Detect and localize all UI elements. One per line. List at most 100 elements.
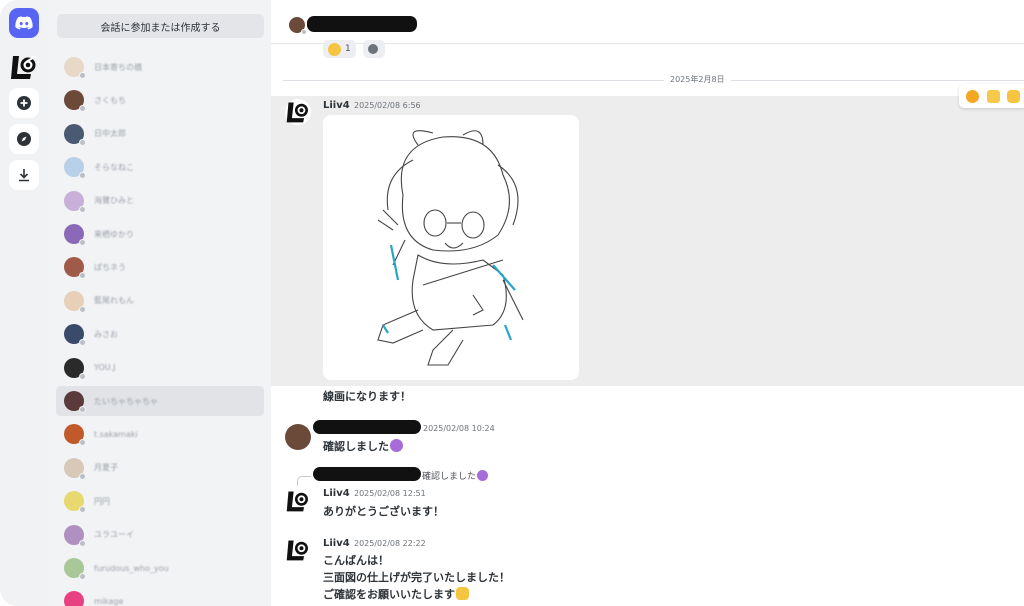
hands-emoji-icon	[456, 587, 469, 600]
dm-avatar	[64, 558, 86, 580]
dm-avatar	[64, 257, 86, 280]
status-indicator	[79, 339, 86, 347]
message-hover-actions	[959, 84, 1024, 108]
status-indicator	[79, 305, 86, 313]
thumbs-up-icon[interactable]	[986, 89, 1000, 103]
dm-name: たいちゃちゃちゃ	[94, 396, 158, 406]
dm-name: ぱちネう	[94, 262, 126, 272]
message-line: こんばんは！	[323, 554, 389, 567]
user-avatar[interactable]	[285, 424, 311, 450]
dm-avatar	[64, 591, 84, 606]
dm-avatar	[64, 524, 86, 547]
date-divider	[283, 80, 1024, 81]
message-text: ありがとうございます！	[323, 505, 444, 518]
bowing-emoji-icon	[390, 439, 403, 452]
message-line: ご確認をお願いいたします	[323, 588, 455, 601]
liiv4-server-icon[interactable]	[9, 52, 39, 82]
message-author[interactable]: Liiv4	[323, 538, 350, 549]
dm-avatar	[64, 157, 86, 180]
dm-name: そらなねこ	[94, 162, 134, 172]
reply-preview-text: 確認しました	[422, 472, 477, 482]
dm-item[interactable]: そらなねこ	[56, 152, 264, 182]
chibi-line-art	[377, 130, 524, 366]
status-indicator	[301, 29, 307, 35]
dm-item[interactable]: 来栖ゆかり	[56, 219, 264, 249]
dm-name: 円円	[94, 496, 110, 506]
liiv4-avatar[interactable]	[285, 488, 311, 514]
status-indicator	[79, 138, 86, 146]
person-emoji-icon	[328, 42, 341, 56]
dm-item[interactable]: ぱちネう	[56, 252, 264, 282]
status-indicator	[79, 506, 86, 514]
status-indicator	[79, 573, 86, 580]
message-timestamp: 2025/02/08 10:24	[423, 424, 495, 433]
dm-item[interactable]: 円円	[56, 486, 264, 516]
status-indicator	[79, 172, 86, 180]
dm-name: YOU.J	[94, 363, 116, 373]
status-indicator	[79, 105, 86, 113]
dm-avatar	[64, 290, 86, 313]
status-indicator	[79, 539, 86, 547]
dm-avatar	[64, 491, 86, 514]
hands-icon[interactable]	[1006, 89, 1020, 103]
dm-avatar	[64, 224, 86, 246]
dm-avatar	[64, 424, 86, 447]
dm-avatar	[64, 457, 86, 480]
bowing-emoji-icon	[477, 470, 489, 481]
dm-item[interactable]: 月夏子	[56, 453, 264, 483]
dm-panel: 会話に参加または作成する 日本寄ちの橋 さくもち日中太郎そらなねこ海鷺ひみと来栖ゆ…	[50, 0, 271, 606]
dm-item[interactable]: さくもち	[56, 85, 264, 115]
message-line: 三面図の仕上げが完了いたしました！	[323, 571, 510, 584]
dm-item[interactable]: 日本寄ちの橋	[56, 52, 264, 82]
dm-name: mikage	[94, 596, 124, 606]
status-indicator	[79, 205, 86, 213]
status-indicator	[79, 439, 86, 447]
message-author[interactable]: Liiv4	[323, 100, 350, 111]
message-timestamp: 2025/02/08 22:22	[354, 539, 426, 548]
dm-item[interactable]: みさお	[56, 319, 264, 349]
dm-item[interactable]: mikage	[56, 586, 264, 606]
dm-name: 月夏子	[94, 463, 118, 473]
dm-item[interactable]: t.sakamaki	[56, 419, 264, 449]
dm-item[interactable]: 海鷺ひみと	[56, 186, 264, 216]
dm-avatar	[64, 90, 86, 113]
dm-avatar	[64, 357, 86, 380]
dm-avatar	[64, 123, 86, 146]
dm-item[interactable]: 日中太郎	[56, 119, 264, 149]
date-divider-label: 2025年2月8日	[664, 74, 731, 85]
find-conversation-button[interactable]: 会話に参加または作成する	[57, 14, 264, 38]
attachment-image[interactable]	[323, 115, 579, 380]
reply-preview[interactable]: 確認しました	[422, 469, 489, 482]
dm-item[interactable]: YOU.J	[56, 353, 264, 383]
dm-item[interactable]: たいちゃちゃちゃ	[56, 386, 264, 416]
liiv4-avatar[interactable]	[285, 537, 311, 563]
emoji-reaction-icon[interactable]	[966, 89, 980, 103]
dm-name: 日中太郎	[94, 129, 126, 139]
status-indicator	[79, 406, 86, 413]
add-reaction-button[interactable]	[363, 40, 385, 58]
add-reaction-icon	[368, 44, 378, 54]
liiv4-avatar[interactable]	[285, 99, 311, 125]
explore-icon[interactable]	[9, 124, 39, 154]
download-icon[interactable]	[9, 160, 39, 190]
dm-name: ユラユーイ	[94, 530, 134, 540]
chat-area: 1 2025年2月8日 Liiv4 2025/02/08 6:56 線画になりま…	[271, 0, 1024, 606]
redacted-reply-author	[313, 467, 421, 481]
reaction-chip[interactable]: 1	[323, 40, 356, 58]
dm-name: 来栖ゆかり	[94, 229, 134, 239]
dm-item[interactable]: 藍尾れもん	[56, 286, 264, 316]
status-indicator	[79, 472, 86, 480]
message-author[interactable]: Liiv4	[323, 488, 350, 499]
message-text-line: 確認しました	[323, 438, 403, 454]
reaction-count: 1	[345, 44, 351, 54]
message-timestamp: 2025/02/08 6:56	[354, 101, 421, 110]
dm-name: 日本寄ちの橋	[94, 62, 142, 72]
dm-name: みさお	[94, 329, 118, 339]
add-server-icon[interactable]	[9, 88, 39, 118]
dm-item[interactable]: furudous_who_you	[56, 553, 264, 583]
dm-name: さくもち	[94, 95, 126, 105]
dm-avatar	[64, 391, 86, 413]
dm-item[interactable]: ユラユーイ	[56, 520, 264, 550]
server-rail	[0, 0, 48, 606]
discord-icon[interactable]	[9, 8, 39, 38]
